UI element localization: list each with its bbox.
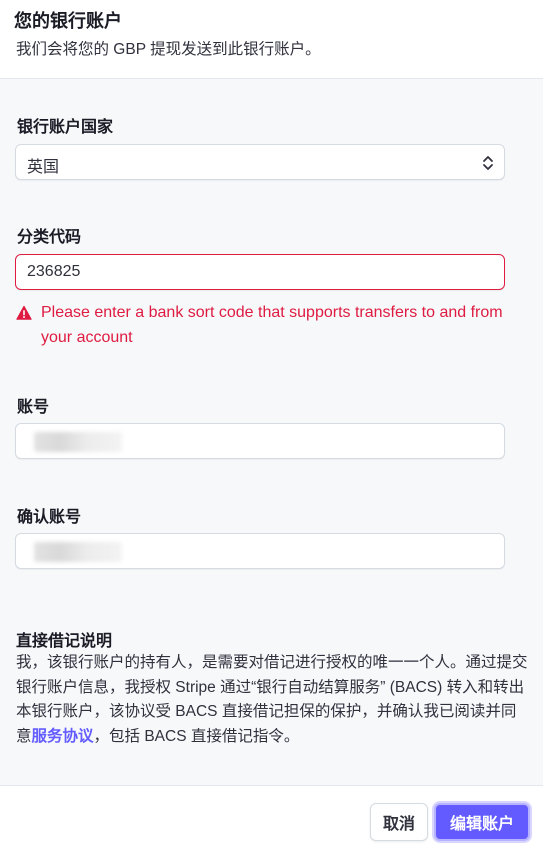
confirm-account-number-input[interactable] <box>15 533 505 569</box>
dialog-header: 您的银行账户 我们会将您的 GBP 提现发送到此银行账户。 <box>0 0 543 79</box>
sort-code-label: 分类代码 <box>17 229 82 246</box>
account-number-input[interactable] <box>15 423 505 459</box>
mandate-title: 直接借记说明 <box>16 633 113 650</box>
country-selected-value: 英国 <box>27 159 60 176</box>
sort-code-input[interactable]: 236825 <box>15 254 505 290</box>
redacted-account-number <box>34 432 122 452</box>
edit-account-button[interactable]: 编辑账户 <box>434 803 530 841</box>
sort-code-error-message: Please enter a bank sort code that suppo… <box>41 304 503 346</box>
mandate-text: 我，该银行账户的持有人，是需要对借记进行授权的唯一一个人。通过提交银行账户信息，… <box>16 651 531 749</box>
chevron-up-down-icon <box>483 156 493 170</box>
mandate-text-tail: ，包括 BACS 直接借记指令。 <box>93 727 300 745</box>
redacted-confirm-account-number <box>34 542 122 562</box>
dialog-subtitle: 我们会将您的 GBP 提现发送到此银行账户。 <box>16 41 321 58</box>
service-agreement-link[interactable]: 服务协议 <box>32 728 94 745</box>
country-select[interactable]: 英国 <box>15 144 505 180</box>
dialog-footer: 取消 编辑账户 <box>0 785 543 848</box>
warning-triangle-icon <box>16 305 32 320</box>
cancel-button[interactable]: 取消 <box>370 803 428 841</box>
confirm-account-number-label: 确认账号 <box>17 509 82 526</box>
dialog-title: 您的银行账户 <box>14 11 122 31</box>
country-label: 银行账户国家 <box>17 119 114 136</box>
sort-code-value: 236825 <box>27 263 81 280</box>
account-number-label: 账号 <box>17 399 50 416</box>
